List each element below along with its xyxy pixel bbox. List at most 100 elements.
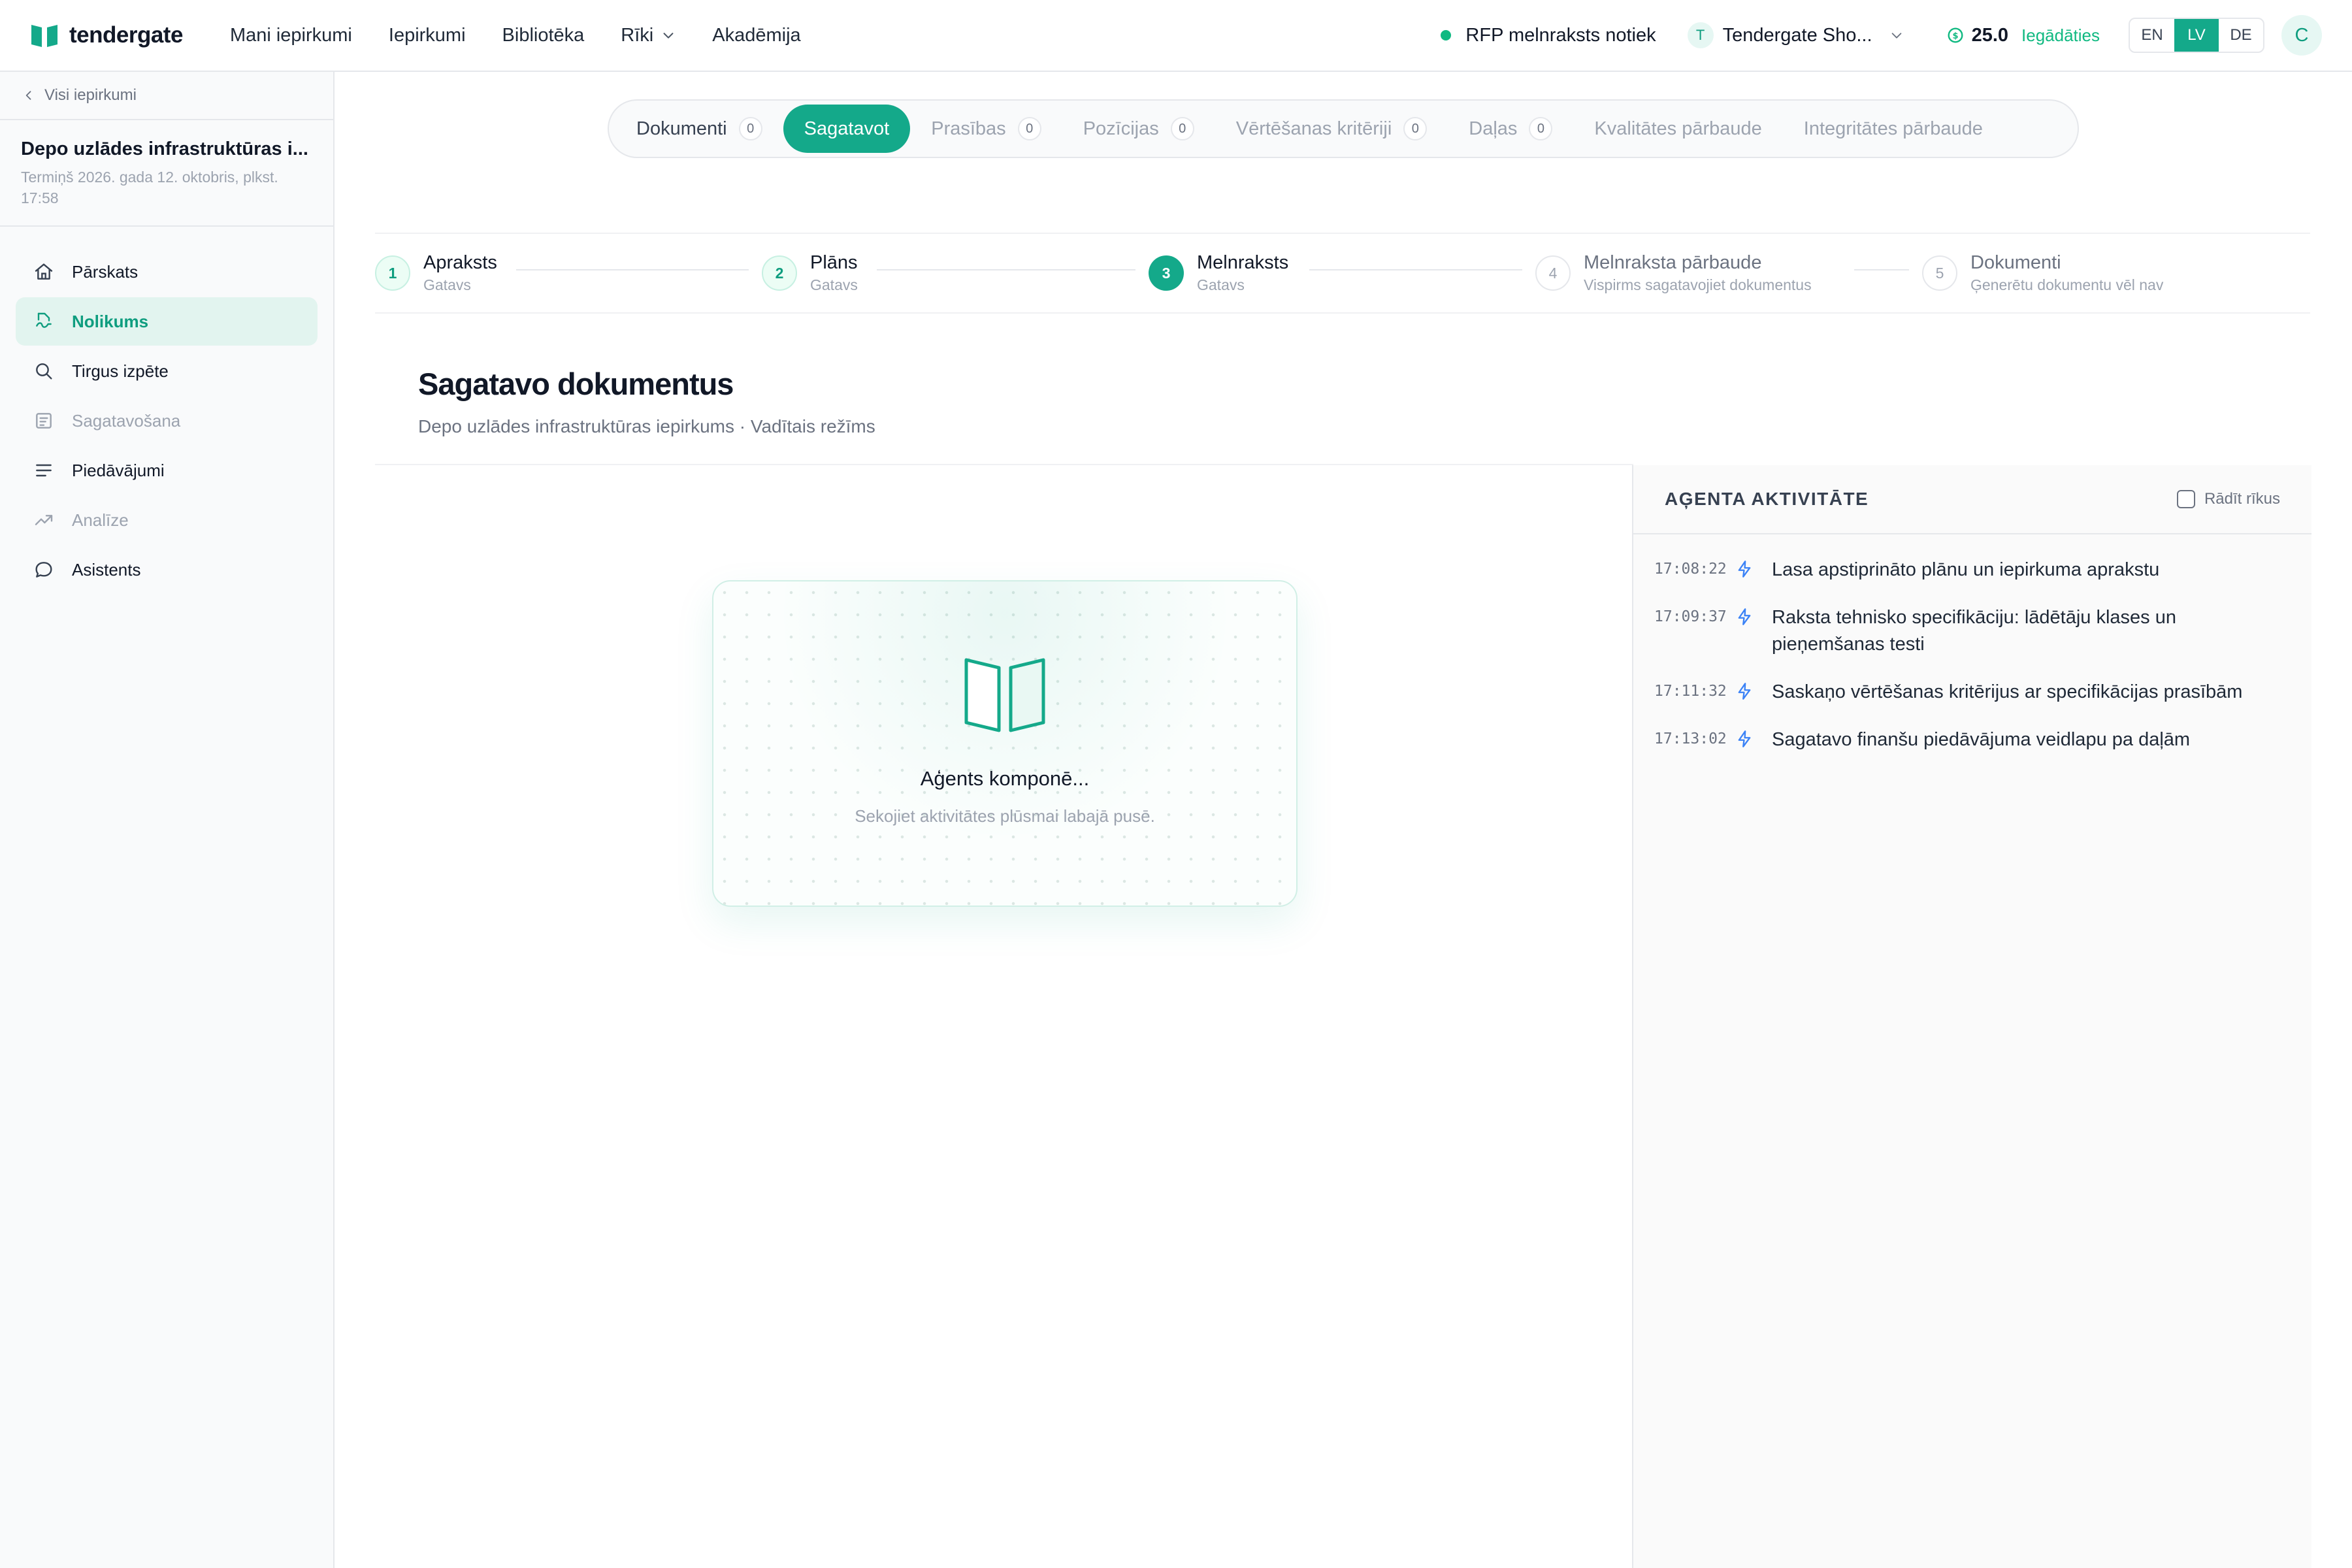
search-icon: [33, 360, 55, 382]
activity-header: AĢENTA AKTIVITĀTE Rādīt rīkus: [1633, 465, 2311, 534]
sidebar-item-label: Sagatavošana: [72, 410, 181, 431]
page-subtitle: Depo uzlādes infrastruktūras iepirkums ·…: [418, 416, 875, 436]
logo[interactable]: tendergate: [30, 22, 183, 48]
tab-prasibas[interactable]: Prasības 0: [910, 105, 1062, 153]
back-label: Visi iepirkumi: [44, 86, 137, 104]
lightning-icon: [1735, 604, 1756, 630]
event-text: Sagatavo finanšu piedāvājuma veidlapu pa…: [1772, 729, 2191, 750]
sidebar-item-nolikums[interactable]: Nolikums: [16, 297, 318, 346]
event-time: 17:11:32: [1654, 683, 1727, 700]
activity-event: 17:08:22 Lasa apstiprināto plānu un iepi…: [1633, 557, 2311, 583]
book-open-icon: [964, 658, 1045, 732]
agent-status-hint: Sekojiet aktivitātes plūsmai labajā pusē…: [855, 806, 1155, 826]
nav-item-mani-iepirkumi[interactable]: Mani iepirkumi: [230, 25, 352, 46]
credit-coin-icon: $: [1948, 27, 1963, 43]
tab-integritates-parbaude[interactable]: Integritātes pārbaude: [1783, 105, 2004, 153]
tab-pozicijas[interactable]: Pozīcijas 0: [1062, 105, 1215, 153]
nav-item-riki[interactable]: Rīki: [621, 25, 676, 46]
step-title: Melnraksta pārbaude: [1584, 252, 1762, 273]
step-title: Dokumenti: [1970, 252, 2061, 273]
back-to-all-procurements[interactable]: Visi iepirkumi: [0, 72, 333, 120]
tab-count-badge: 0: [1170, 117, 1194, 140]
divider: [375, 464, 1633, 465]
step-dokumenti[interactable]: 5 Dokumenti Ģenerētu dokumentu vēl nav: [1922, 252, 2249, 294]
tab-label: Pozīcijas: [1083, 118, 1159, 139]
form-icon: [33, 410, 55, 432]
tab-dalas[interactable]: Daļas 0: [1448, 105, 1573, 153]
step-title: Plāns: [810, 252, 858, 273]
nav-item-biblioteka[interactable]: Bibliotēka: [502, 25, 585, 46]
sidebar-item-label: Analīze: [72, 510, 129, 530]
step-number: 5: [1922, 255, 1957, 291]
lang-de-button[interactable]: DE: [2219, 19, 2263, 52]
sidebar-item-label: Nolikums: [72, 311, 149, 331]
event-text: Raksta tehnisko specifikāciju: lādētāju …: [1772, 607, 2176, 655]
step-connector: [1309, 269, 1522, 270]
chevron-left-icon: [25, 91, 31, 100]
sidebar-item-sagatavosana[interactable]: Sagatavošana: [16, 397, 318, 445]
tab-label: Prasības: [931, 118, 1006, 139]
sidebar-menu: Pārskats Nolikums Tirgus izpēte Sagatavo…: [0, 227, 333, 594]
tab-label: Daļas: [1469, 118, 1518, 139]
rfp-status: RFP melnraksts notiek: [1441, 25, 1656, 46]
nav-label: Akadēmija: [712, 24, 801, 46]
sidebar-item-parskats[interactable]: Pārskats: [16, 248, 318, 296]
nav-label: Rīki: [621, 24, 654, 46]
org-name: Tendergate Sho...: [1722, 24, 1872, 46]
activity-title: AĢENTA AKTIVITĀTE: [1665, 489, 1869, 509]
sidebar-item-piedavajumi[interactable]: Piedāvājumi: [16, 446, 318, 495]
tab-label: Dokumenti: [636, 118, 727, 139]
credits: $ 25.0 Iegādāties: [1947, 25, 2100, 46]
nav-label: Mani iepirkumi: [229, 24, 352, 46]
sidebar-item-label: Tirgus izpēte: [72, 361, 169, 381]
project-header: Depo uzlādes infrastruktūras i... Termiņ…: [0, 120, 333, 227]
event-time: 17:09:37: [1654, 608, 1727, 625]
brand-name: tendergate: [69, 22, 183, 48]
page-header: Sagatavo dokumentus Depo uzlādes infrast…: [418, 366, 875, 437]
activity-event: 17:13:02 Sagatavo finanšu piedāvājuma ve…: [1633, 727, 2311, 753]
event-time: 17:08:22: [1654, 561, 1727, 578]
tab-sagatavot[interactable]: Sagatavot: [783, 105, 911, 153]
lang-lv-button[interactable]: LV: [2174, 19, 2219, 52]
project-deadline: Termiņš 2026. gada 12. oktobris, plkst. …: [21, 169, 278, 206]
step-melnraksts[interactable]: 3 Melnraksts Gatavs: [1149, 252, 1535, 294]
lightning-icon: [1735, 557, 1756, 582]
event-time: 17:13:02: [1654, 730, 1727, 747]
sidebar-item-asistents[interactable]: Asistents: [16, 546, 318, 594]
step-number: 4: [1535, 255, 1571, 291]
tab-count-badge: 0: [1017, 117, 1041, 140]
org-switcher[interactable]: T Tendergate Sho...: [1687, 22, 1904, 48]
sidebar: Visi iepirkumi Depo uzlādes infrastruktū…: [0, 72, 335, 1568]
show-tools-label: Rādīt rīkus: [2204, 490, 2280, 508]
chevron-down-icon: [1891, 33, 1901, 39]
lines-icon: [33, 459, 55, 482]
tab-kvalitates-parbaude[interactable]: Kvalitātes pārbaude: [1573, 105, 1782, 153]
org-badge: T: [1687, 22, 1714, 48]
show-tools-checkbox[interactable]: [2176, 490, 2195, 508]
status-label: RFP melnraksts notiek: [1465, 24, 1656, 46]
top-bar: tendergate Mani iepirkumi Iepirkumi Bibl…: [0, 0, 2352, 72]
sidebar-item-analize[interactable]: Analīze: [16, 496, 318, 544]
nav-item-iepirkumi[interactable]: Iepirkumi: [389, 25, 466, 46]
user-avatar[interactable]: C: [2281, 15, 2322, 56]
agent-activity-panel: AĢENTA AKTIVITĀTE Rādīt rīkus 17:08:22 L…: [1632, 465, 2311, 1568]
tab-vertesanas-kriteriji[interactable]: Vērtēšanas kritēriji 0: [1215, 105, 1448, 153]
workflow-tabs: Dokumenti 0 Sagatavot Prasības 0 Pozīcij…: [608, 99, 2079, 158]
step-apraksts[interactable]: 1 Apraksts Gatavs: [375, 252, 762, 294]
nav-label: Iepirkumi: [388, 24, 466, 46]
show-tools-toggle[interactable]: Rādīt rīkus: [2176, 490, 2280, 508]
step-status: Gatavs: [423, 276, 471, 293]
topup-link[interactable]: Iegādāties: [2021, 25, 2100, 46]
home-icon: [33, 261, 55, 283]
step-plans[interactable]: 2 Plāns Gatavs: [762, 252, 1149, 294]
nav-item-akademija[interactable]: Akadēmija: [712, 25, 800, 46]
step-status: Gatavs: [810, 276, 858, 293]
step-connector: [516, 269, 749, 270]
sidebar-item-tirgus-izpete[interactable]: Tirgus izpēte: [16, 347, 318, 395]
activity-event: 17:09:37 Raksta tehnisko specifikāciju: …: [1633, 604, 2311, 658]
event-text: Saskaņo vērtēšanas kritērijus ar specifi…: [1772, 681, 2243, 702]
lang-en-button[interactable]: EN: [2130, 19, 2174, 52]
tab-dokumenti[interactable]: Dokumenti 0: [615, 105, 783, 153]
step-title: Melnraksts: [1197, 252, 1289, 273]
step-melnraksta-parbaude[interactable]: 4 Melnraksta pārbaude Vispirms sagatavoj…: [1535, 252, 1922, 294]
